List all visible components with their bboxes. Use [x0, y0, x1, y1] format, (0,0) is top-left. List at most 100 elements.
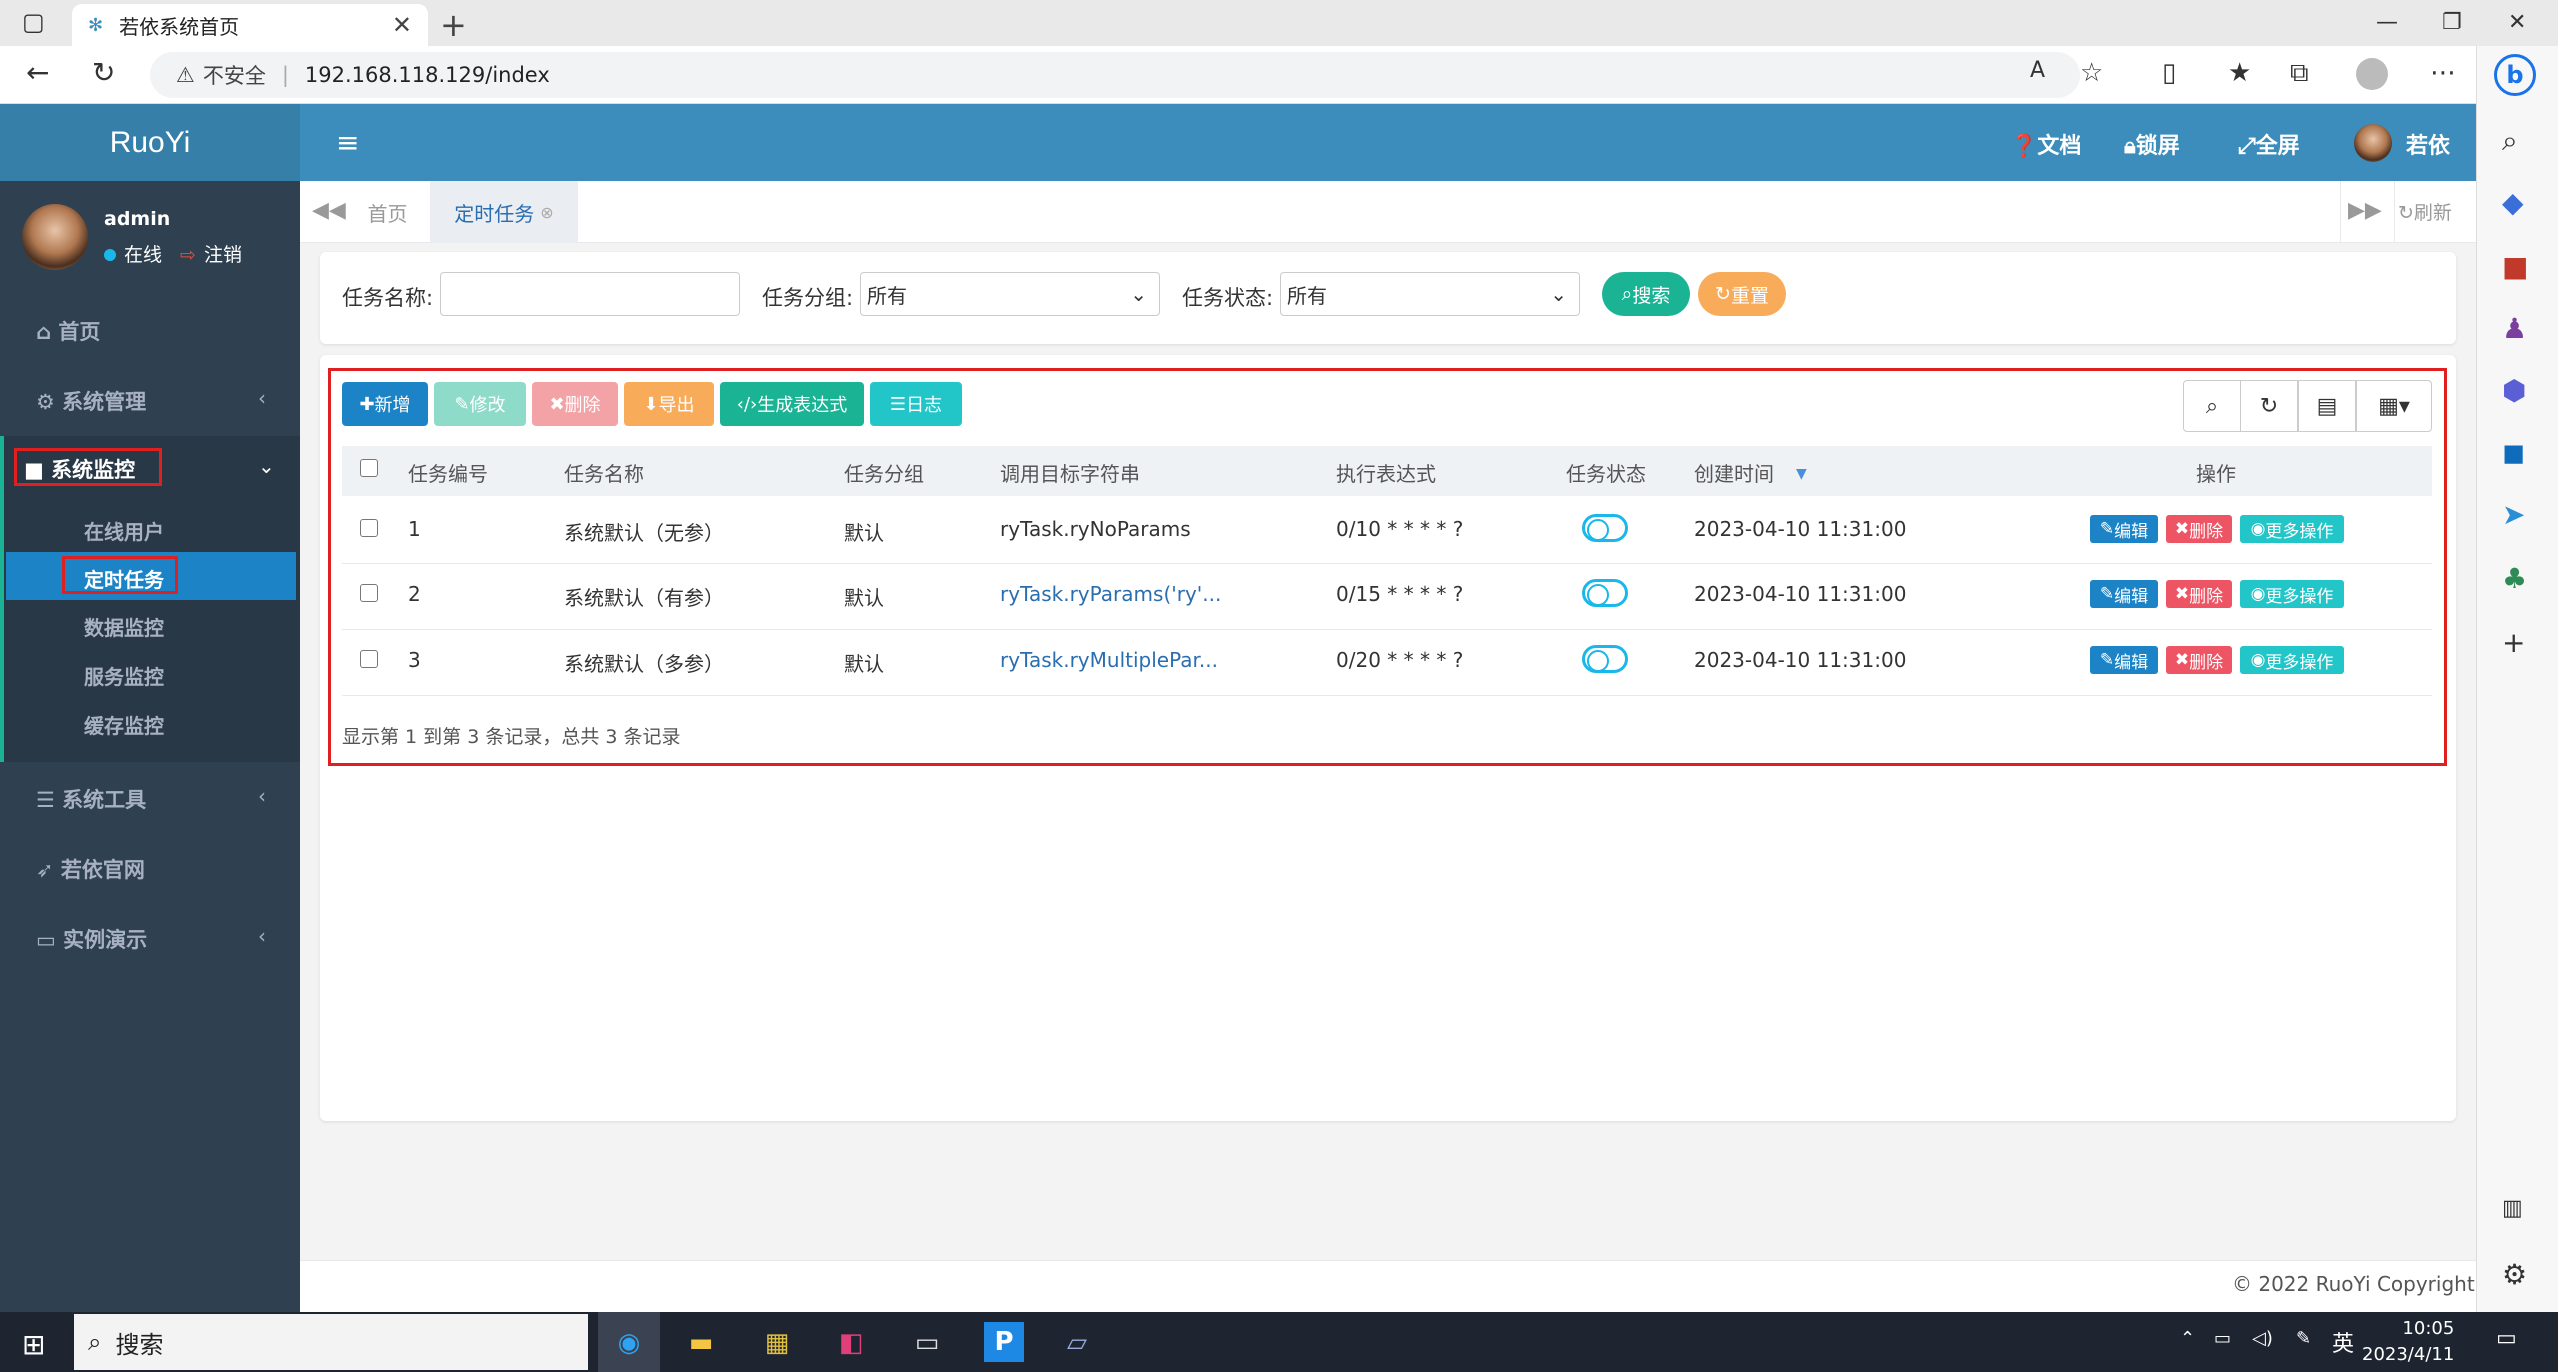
read-aloud-icon[interactable]: A — [2030, 58, 2045, 83]
log-button[interactable]: ☰ 日志 — [870, 382, 962, 426]
edit-button[interactable]: ✎ 修改 — [434, 382, 526, 426]
search-sidebar-icon[interactable]: ⌕ — [2502, 124, 2518, 158]
intellij-icon[interactable]: ◧ — [826, 1318, 876, 1368]
row-edit-button[interactable]: ✎ 编辑 — [2090, 580, 2158, 608]
tools-icon[interactable]: ■ — [2502, 250, 2528, 283]
cron-generator-button[interactable]: ‹/› 生成表达式 — [720, 382, 864, 426]
window-close-icon[interactable]: ✕ — [2508, 10, 2526, 35]
cell-target-link[interactable]: ryTask.ryMultiplePar... — [1000, 648, 1218, 672]
task-group-select[interactable]: 所有 ⌄ — [860, 272, 1160, 316]
row-more-button[interactable]: ◉ 更多操作 — [2240, 646, 2344, 674]
row-more-button[interactable]: ◉ 更多操作 — [2240, 515, 2344, 543]
split-screen-icon[interactable]: ▯ — [2162, 58, 2176, 88]
app-folder-icon[interactable]: ▦ — [752, 1318, 802, 1368]
tabs-scroll-left-icon[interactable]: ◀◀ — [312, 198, 346, 223]
sidebar-sub-data-monitor[interactable]: 数据监控 — [84, 612, 164, 641]
export-button[interactable]: ⬇ 导出 — [624, 382, 714, 426]
add-favorite-icon[interactable]: ☆ — [2080, 58, 2103, 88]
terminal-icon[interactable]: ▭ — [902, 1318, 952, 1368]
col-header-id[interactable]: 任务编号 — [408, 458, 488, 487]
collections-icon[interactable]: ⧉ — [2290, 58, 2309, 89]
sidebar-sub-cache-monitor[interactable]: 缓存监控 — [84, 710, 164, 739]
tray-chevron-icon[interactable]: ⌃ — [2180, 1328, 2195, 1349]
row-checkbox[interactable] — [360, 519, 378, 537]
app-logo[interactable]: RuoYi — [0, 104, 300, 181]
reset-button[interactable]: ↻ 重置 — [1698, 272, 1786, 316]
browser-tab[interactable]: ✻ 若依系统首页 ✕ — [72, 4, 428, 46]
sidebar-item-website[interactable]: ➶ 若依官网 — [36, 854, 145, 884]
task-name-input[interactable] — [440, 272, 740, 316]
minimize-icon[interactable]: — — [2376, 10, 2398, 35]
refresh-tab-button[interactable]: ↻刷新 — [2398, 198, 2452, 225]
profile-avatar[interactable] — [2356, 58, 2388, 90]
lock-screen-link[interactable]: 🔒︎锁屏 — [2124, 128, 2180, 160]
taskbar-clock[interactable]: 10:05 2023/4/11 — [2362, 1316, 2454, 1368]
sidebar-item-tools[interactable]: ☰ 系统工具 — [36, 784, 146, 814]
close-tab-icon[interactable]: ⊗ — [540, 203, 553, 222]
network-icon[interactable]: ▭ — [2214, 1328, 2231, 1349]
send-icon[interactable]: ➤ — [2502, 498, 2525, 531]
sidebar-item-demo[interactable]: ▭ 实例演示 — [36, 924, 147, 954]
restore-icon[interactable]: ❐ — [2442, 10, 2462, 35]
sidebar-toggle-icon[interactable]: ▥ — [2502, 1196, 2523, 1221]
tree-icon[interactable]: ♣ — [2502, 562, 2527, 595]
windows-start-icon[interactable]: ⊞ — [22, 1328, 45, 1361]
address-bar[interactable]: ⚠ 不安全 | 192.168.118.129/index — [150, 52, 2080, 98]
col-header-group[interactable]: 任务分组 — [844, 458, 924, 487]
sidebar-item-home[interactable]: ⌂ 首页 — [36, 316, 100, 346]
shopping-icon[interactable]: ◆ — [2502, 186, 2524, 219]
row-delete-button[interactable]: ✖ 删除 — [2166, 580, 2232, 608]
file-explorer-icon[interactable]: ▬ — [676, 1318, 726, 1368]
logout-link[interactable]: 注销 — [204, 244, 242, 266]
office-icon[interactable]: ⬢ — [2502, 374, 2526, 407]
edge-taskbar-icon[interactable]: ◉ — [604, 1318, 654, 1368]
tab-scheduled-jobs[interactable]: 定时任务 ⊗ — [430, 181, 578, 243]
col-header-cron[interactable]: 执行表达式 — [1336, 458, 1436, 487]
table-card-view-button[interactable]: ▤ — [2298, 380, 2356, 432]
new-tab-icon[interactable]: + — [440, 6, 467, 44]
docs-link[interactable]: ❓文档 — [2010, 128, 2081, 160]
status-toggle[interactable] — [1582, 514, 1628, 542]
more-icon[interactable]: ⋯ — [2430, 58, 2456, 88]
notepad-icon[interactable]: ▱ — [1052, 1318, 1102, 1368]
tabs-scroll-right-icon[interactable]: ▶▶ — [2348, 198, 2382, 223]
header-avatar[interactable] — [2354, 124, 2392, 162]
header-username[interactable]: 若依 — [2406, 128, 2450, 160]
table-refresh-button[interactable]: ↻ — [2240, 380, 2298, 432]
p-app-icon[interactable]: P — [984, 1322, 1024, 1362]
sidebar-item-system[interactable]: ⚙ 系统管理 — [36, 386, 146, 416]
row-delete-button[interactable]: ✖ 删除 — [2166, 646, 2232, 674]
col-header-target[interactable]: 调用目标字符串 — [1000, 458, 1140, 487]
row-delete-button[interactable]: ✖ 删除 — [2166, 515, 2232, 543]
add-sidebar-icon[interactable]: + — [2502, 626, 2525, 659]
add-button[interactable]: ✚ 新增 — [342, 382, 428, 426]
table-columns-dropdown[interactable]: ▦▾ — [2356, 380, 2432, 432]
close-tab-icon[interactable]: ✕ — [392, 11, 412, 39]
reload-icon[interactable]: ↻ — [92, 56, 115, 89]
sidebar-item-monitor[interactable]: ■ 系统监控 — [24, 454, 135, 484]
status-toggle[interactable] — [1582, 645, 1628, 673]
outlook-icon[interactable]: ◼ — [2502, 436, 2525, 469]
fullscreen-link[interactable]: ⤢全屏 — [2238, 128, 2300, 160]
ime-indicator[interactable]: 英 — [2332, 1326, 2354, 1358]
sort-desc-icon[interactable]: ▼ — [1796, 466, 1807, 482]
table-search-toggle[interactable]: ⌕ — [2183, 380, 2241, 432]
pen-icon[interactable]: ✎ — [2296, 1328, 2311, 1349]
volume-icon[interactable]: ◁) — [2252, 1328, 2273, 1349]
back-icon[interactable]: ← — [26, 56, 49, 89]
games-icon[interactable]: ♟ — [2502, 312, 2527, 345]
col-header-name[interactable]: 任务名称 — [564, 458, 644, 487]
notification-icon[interactable]: ▭ — [2496, 1326, 2517, 1351]
menu-toggle-icon[interactable]: ≡ — [336, 126, 359, 159]
cell-target-link[interactable]: ryTask.ryParams('ry'... — [1000, 582, 1221, 606]
delete-button[interactable]: ✖ 删除 — [532, 382, 618, 426]
bing-icon[interactable]: b — [2494, 54, 2536, 96]
tab-actions-icon[interactable]: ▢ — [22, 8, 45, 36]
row-checkbox[interactable] — [360, 650, 378, 668]
task-status-select[interactable]: 所有 ⌄ — [1280, 272, 1580, 316]
row-edit-button[interactable]: ✎ 编辑 — [2090, 646, 2158, 674]
settings-icon[interactable]: ⚙ — [2502, 1258, 2527, 1291]
sidebar-sub-server-monitor[interactable]: 服务监控 — [84, 661, 164, 690]
tab-home[interactable]: 首页 — [345, 181, 430, 243]
search-button[interactable]: ⌕ 搜索 — [1602, 272, 1690, 316]
